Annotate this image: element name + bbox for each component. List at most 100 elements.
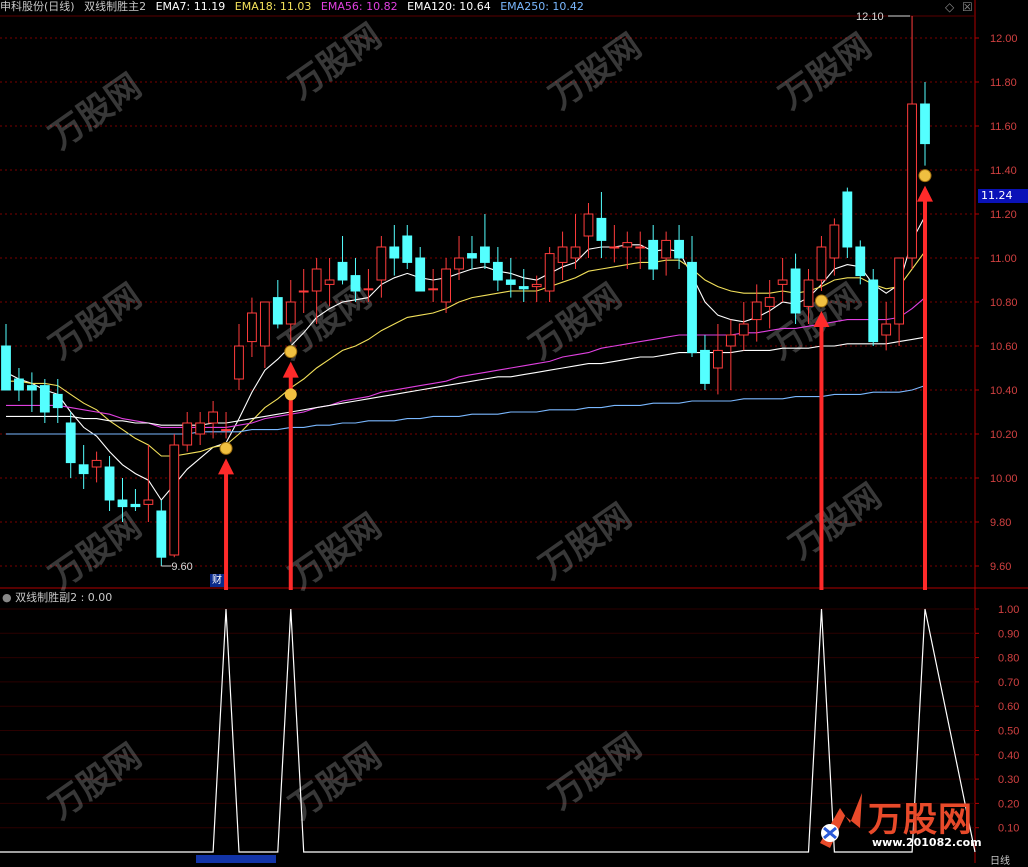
candle[interactable] [790, 253, 801, 324]
candle-body [557, 246, 568, 263]
candle[interactable] [104, 456, 115, 511]
candle[interactable] [661, 231, 672, 276]
candle[interactable] [829, 218, 840, 276]
candle[interactable] [764, 280, 775, 329]
candle-body [764, 297, 775, 307]
low-price-label: 9.60 [171, 561, 192, 573]
buy-arrow-head [917, 185, 933, 202]
candle[interactable] [622, 231, 633, 269]
candle[interactable] [777, 258, 788, 302]
candle[interactable] [894, 257, 905, 346]
price-tick-label: 11.60 [990, 121, 1017, 133]
candle[interactable] [738, 302, 749, 351]
watermark-text: 万股网 [772, 26, 878, 117]
ema120-label: EMA120: 10.64 [407, 0, 491, 13]
candle[interactable] [868, 269, 879, 346]
current-price-tag: 11.24 [978, 189, 1028, 203]
candle[interactable] [402, 225, 413, 269]
date-cursor-tag [196, 855, 276, 863]
site-logo: 万股网 www.201082.com [810, 788, 1015, 858]
candle[interactable] [415, 247, 426, 292]
candle[interactable] [1, 324, 11, 391]
logo-icon [820, 793, 862, 848]
candle-body [518, 286, 529, 290]
candle-body [583, 213, 594, 237]
price-tick-label: 10.20 [990, 429, 1018, 441]
candle[interactable] [467, 236, 477, 269]
candle[interactable] [816, 236, 827, 291]
candle[interactable] [596, 192, 607, 258]
restore-icon[interactable]: ◇ [945, 0, 954, 14]
close-icon[interactable]: ☒ [962, 0, 973, 14]
candle-body [169, 444, 180, 556]
candle-body [39, 385, 50, 413]
watermark-text: 万股网 [282, 506, 388, 597]
candle[interactable] [247, 297, 257, 357]
candle[interactable] [65, 412, 76, 478]
candle[interactable] [389, 225, 400, 276]
chart-header: 申科股份(日线) 双线制胜主2 EMA7: 11.19 EMA18: 11.03… [0, 0, 590, 14]
candle-body [674, 239, 684, 259]
price-tick-label: 11.20 [990, 209, 1017, 221]
money-bag-icon [219, 441, 233, 455]
candle[interactable] [195, 412, 206, 445]
candle[interactable] [648, 225, 659, 280]
candle[interactable] [143, 445, 154, 522]
sub-panel-title[interactable]: 双线制胜副2 : 0.00 [15, 591, 112, 604]
candle[interactable] [480, 214, 490, 269]
candle[interactable] [583, 203, 594, 258]
candle[interactable] [169, 434, 180, 558]
money-bag-icon [284, 345, 298, 359]
candle-body [182, 422, 193, 446]
indicator-name[interactable]: 双线制胜主2 [84, 0, 146, 13]
candle[interactable] [221, 412, 231, 439]
candle[interactable] [78, 445, 89, 489]
candle[interactable] [700, 335, 710, 390]
candle[interactable] [557, 231, 568, 280]
candle-body [428, 288, 439, 291]
candle[interactable] [492, 247, 503, 291]
candle[interactable] [130, 489, 141, 511]
candle[interactable] [259, 301, 270, 368]
candle[interactable] [428, 269, 439, 302]
candle[interactable] [441, 258, 451, 313]
candle[interactable] [14, 368, 24, 401]
price-tick-label: 10.60 [990, 341, 1018, 353]
candle[interactable] [234, 324, 244, 390]
candle[interactable] [454, 236, 464, 280]
candle-body [829, 224, 840, 259]
stock-title: 申科股份(日线) [0, 0, 75, 13]
candle-body [777, 279, 788, 285]
candle-body [247, 312, 257, 343]
candle[interactable] [376, 236, 387, 298]
candle[interactable] [609, 225, 620, 263]
candle[interactable] [907, 16, 917, 269]
candle-body [324, 279, 335, 285]
candle[interactable] [182, 412, 193, 452]
candle-body [544, 253, 555, 292]
candle[interactable] [272, 280, 283, 329]
candle[interactable] [298, 269, 309, 313]
candle[interactable] [570, 214, 581, 269]
candle[interactable] [208, 401, 218, 439]
settings-circle-icon[interactable]: ● [2, 591, 12, 604]
candle[interactable] [544, 247, 555, 302]
candle[interactable] [26, 372, 37, 412]
candle[interactable] [518, 269, 529, 302]
watermark-text: 万股网 [282, 16, 388, 107]
candle[interactable] [156, 500, 167, 566]
sub-tick-label: 0.90 [998, 628, 1019, 640]
candle[interactable] [920, 82, 930, 166]
candle-body [272, 297, 283, 325]
candle-body [14, 378, 24, 391]
candle-body [596, 217, 607, 241]
candle[interactable] [91, 451, 102, 483]
candle[interactable] [687, 236, 697, 357]
stock-chart-canvas[interactable]: 万股网万股网 万股网 万股网万股网 万股网 万股网 万股网万股网 万股网 万股网 万股网万股网万… [0, 0, 1028, 863]
candle-body [700, 349, 710, 384]
cai-badge[interactable]: 财 [210, 574, 224, 587]
candle-body [143, 499, 154, 505]
candle[interactable] [725, 319, 736, 390]
candle[interactable] [842, 187, 853, 258]
candle[interactable] [337, 236, 348, 285]
